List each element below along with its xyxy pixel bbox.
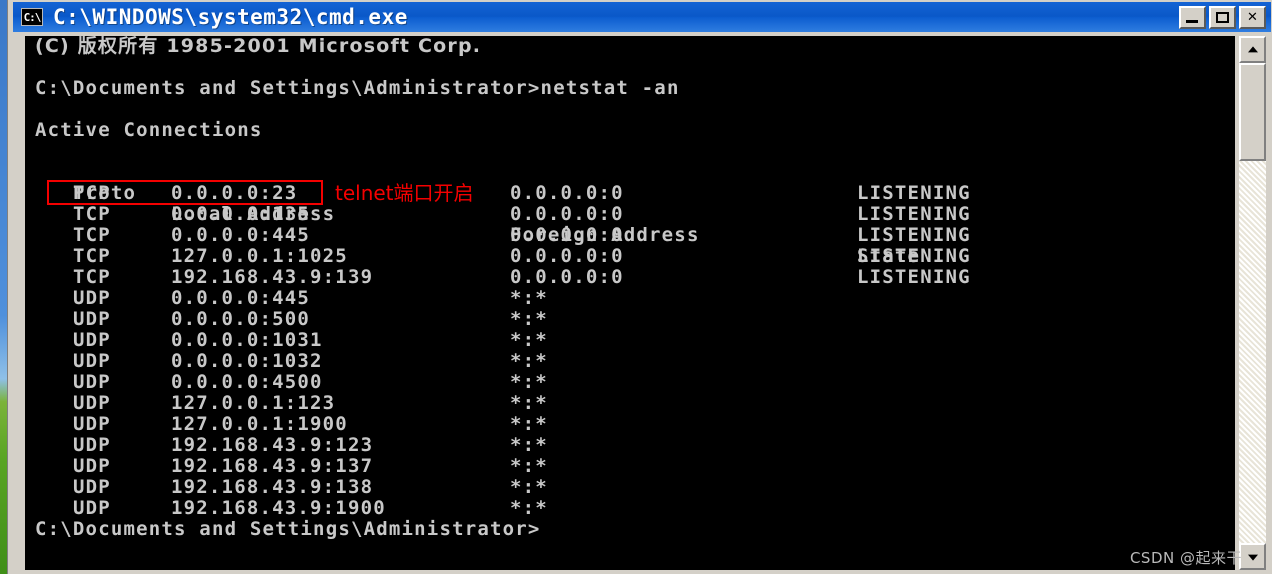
cell-proto: UDP: [73, 413, 111, 435]
cell-local: 192.168.43.9:139: [171, 266, 374, 288]
maximize-button[interactable]: [1209, 5, 1236, 29]
table-row: UDP 0.0.0.0:4500 *:*: [25, 372, 1235, 393]
cmd-window: C:\ C:\WINDOWS\system32\cmd.exe ✕ (C) 版权…: [8, 0, 1272, 574]
close-button[interactable]: ✕: [1239, 5, 1266, 29]
scrollbar-thumb[interactable]: [1239, 63, 1266, 161]
table-row: UDP 127.0.0.1:1900 *:*: [25, 414, 1235, 435]
cell-local: 0.0.0.0:4500: [171, 371, 323, 393]
table-row: TCP 0.0.0.0:23 0.0.0.0:0 LISTENING: [25, 183, 1235, 204]
cell-local: 192.168.43.9:123: [171, 434, 374, 456]
cell-state: LISTENING: [857, 266, 971, 288]
maximize-icon: [1216, 11, 1229, 23]
cell-proto: UDP: [73, 392, 111, 414]
cell-state: LISTENING: [857, 182, 971, 204]
cell-foreign: *:*: [510, 497, 548, 519]
cell-proto: UDP: [73, 329, 111, 351]
cell-local: 0.0.0.0:23: [171, 182, 298, 204]
minimize-icon: [1186, 19, 1198, 23]
cell-foreign: *:*: [510, 413, 548, 435]
cell-state: LISTENING: [857, 245, 971, 267]
table-row: UDP 0.0.0.0:500 *:*: [25, 309, 1235, 330]
cell-foreign: *:*: [510, 287, 548, 309]
cell-proto: TCP: [73, 224, 111, 246]
cell-state: LISTENING: [857, 224, 971, 246]
cell-local: 127.0.0.1:1900: [171, 413, 348, 435]
console-icon: C:\: [21, 8, 43, 26]
cell-foreign: *:*: [510, 455, 548, 477]
table-row: TCP 0.0.0.0:135 0.0.0.0:0 LISTENING: [25, 204, 1235, 225]
cell-proto: UDP: [73, 308, 111, 330]
cell-foreign: *:*: [510, 350, 548, 372]
cell-proto: UDP: [73, 371, 111, 393]
table-row: UDP 192.168.43.9:137 *:*: [25, 456, 1235, 477]
screen: C:\ C:\WINDOWS\system32\cmd.exe ✕ (C) 版权…: [0, 0, 1272, 574]
table-row: UDP 0.0.0.0:1032 *:*: [25, 351, 1235, 372]
cell-local: 0.0.0.0:135: [171, 203, 311, 225]
table-row: UDP 0.0.0.0:1031 *:*: [25, 330, 1235, 351]
cell-proto: TCP: [73, 203, 111, 225]
cell-proto: UDP: [73, 350, 111, 372]
table-row: UDP 192.168.43.9:1900 *:*: [25, 498, 1235, 519]
cell-proto: TCP: [73, 245, 111, 267]
minimize-button[interactable]: [1179, 5, 1206, 29]
close-icon: ✕: [1247, 9, 1258, 25]
cell-foreign: 0.0.0.0:0: [510, 266, 624, 288]
cell-foreign: *:*: [510, 329, 548, 351]
table-row: UDP 192.168.43.9:123 *:*: [25, 435, 1235, 456]
cell-proto: TCP: [73, 266, 111, 288]
cell-local: 0.0.0.0:1031: [171, 329, 323, 351]
final-prompt-line: C:\Documents and Settings\Administrator>: [35, 518, 541, 540]
chevron-up-icon: [1247, 45, 1258, 52]
command-prompt-line: C:\Documents and Settings\Administrator>…: [35, 77, 680, 99]
table-header-row: Proto Local Address Foreign Address Stat…: [25, 162, 1235, 267]
cell-local: 0.0.0.0:1032: [171, 350, 323, 372]
cell-proto: UDP: [73, 455, 111, 477]
table-row: UDP 127.0.0.1:123 *:*: [25, 393, 1235, 414]
table-row: TCP 0.0.0.0:445 0.0.0.0:0 LISTENING: [25, 225, 1235, 246]
window-controls: ✕: [1179, 5, 1266, 29]
cell-foreign: 0.0.0.0:0: [510, 245, 624, 267]
chevron-down-icon: [1247, 554, 1258, 561]
cell-local: 0.0.0.0:500: [171, 308, 311, 330]
cell-foreign: *:*: [510, 392, 548, 414]
window-title: C:\WINDOWS\system32\cmd.exe: [53, 5, 408, 29]
title-bar[interactable]: C:\ C:\WINDOWS\system32\cmd.exe ✕: [13, 2, 1271, 32]
cell-foreign: 0.0.0.0:0: [510, 203, 624, 225]
cell-local: 127.0.0.1:123: [171, 392, 336, 414]
cell-proto: TCP: [73, 182, 111, 204]
console-output-area[interactable]: (C) 版权所有 1985-2001 Microsoft Corp. C:\Do…: [25, 36, 1235, 570]
cell-local: 0.0.0.0:445: [171, 287, 311, 309]
scroll-down-button[interactable]: [1239, 543, 1266, 570]
table-row: TCP 192.168.43.9:139 0.0.0.0:0 LISTENING: [25, 267, 1235, 288]
cell-proto: UDP: [73, 476, 111, 498]
cell-foreign: 0.0.0.0:0: [510, 182, 624, 204]
scroll-up-button[interactable]: [1239, 36, 1266, 63]
vertical-scrollbar[interactable]: [1239, 36, 1266, 570]
cell-foreign: *:*: [510, 434, 548, 456]
cell-proto: UDP: [73, 434, 111, 456]
cell-proto: UDP: [73, 287, 111, 309]
annotation-label: telnet端口开启: [335, 181, 474, 205]
cell-foreign: *:*: [510, 371, 548, 393]
cell-foreign: *:*: [510, 476, 548, 498]
cell-proto: UDP: [73, 497, 111, 519]
cell-local: 0.0.0.0:445: [171, 224, 311, 246]
table-row: TCP 127.0.0.1:1025 0.0.0.0:0 LISTENING: [25, 246, 1235, 267]
cell-local: 192.168.43.9:1900: [171, 497, 386, 519]
cell-local: 192.168.43.9:137: [171, 455, 374, 477]
scrollbar-track[interactable]: [1239, 63, 1266, 543]
copyright-line: (C) 版权所有 1985-2001 Microsoft Corp.: [35, 36, 482, 57]
active-connections-title: Active Connections: [35, 119, 263, 141]
cell-local: 192.168.43.9:138: [171, 476, 374, 498]
cell-local: 127.0.0.1:1025: [171, 245, 348, 267]
table-row: UDP 192.168.43.9:138 *:*: [25, 477, 1235, 498]
cell-foreign: *:*: [510, 308, 548, 330]
table-row: UDP 0.0.0.0:445 *:*: [25, 288, 1235, 309]
cell-state: LISTENING: [857, 203, 971, 225]
console-text: (C) 版权所有 1985-2001 Microsoft Corp. C:\Do…: [25, 36, 1235, 570]
cell-foreign: 0.0.0.0:0: [510, 224, 624, 246]
